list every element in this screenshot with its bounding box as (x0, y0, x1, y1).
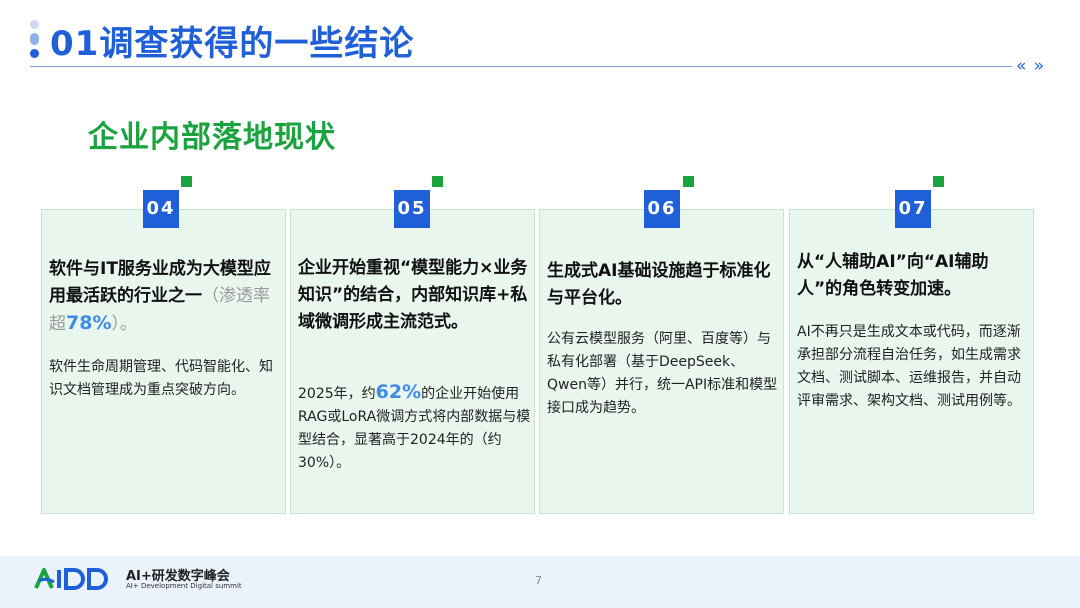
brand-subtitle: AI+ Development Digital summit (126, 582, 242, 590)
card-number-badge: 04 (143, 190, 179, 228)
page-number: 7 (535, 574, 542, 587)
aidd-logo-icon (34, 568, 108, 590)
card-body-text: AI不再只是生成文本或代码，而逐渐承担部分流程自治任务，如生成需求文档、测试脚本… (797, 324, 1021, 409)
page-title: 01调查获得的一些结论 (50, 24, 415, 64)
card-body-text: 软件生命周期管理、代码智能化、知识文档管理成为重点突破方向。 (49, 359, 273, 398)
card-body-text: 公有云模型服务（阿里、百度等）与私有化部署（基于DeepSeek、Qwen等）并… (547, 331, 778, 416)
nav-arrows-icon[interactable]: « » (1016, 56, 1045, 76)
card-headline: 生成式AI基础设施趋于标准化与平台化。 (547, 261, 771, 308)
title-decoration-dots (30, 20, 40, 62)
green-square-marker (181, 176, 192, 187)
green-square-marker (683, 176, 694, 187)
card-headline: 软件与IT服务业成为大模型应用最活跃的行业之一（渗透率超78%）。 (49, 259, 271, 334)
header-divider (30, 66, 1012, 67)
card-number-badge: 05 (394, 190, 430, 228)
card-headline: 从“人辅助AI”向“AI辅助人”的角色转变加速。 (797, 252, 989, 299)
card-number-badge: 07 (895, 190, 931, 228)
section-title: 企业内部落地现状 (88, 120, 336, 155)
highlight-percent: 62% (375, 381, 422, 403)
green-square-marker (432, 176, 443, 187)
card-number-badge: 06 (644, 190, 680, 228)
green-square-marker (933, 176, 944, 187)
footer-bar: AI+研发数字峰会 AI+ Development Digital summit… (0, 556, 1080, 608)
highlight-percent: 78% (66, 312, 112, 334)
card-body-text: 2025年，约62%的企业开始使用RAG或LoRA微调方式将内部数据与模型结合，… (298, 381, 531, 471)
card-headline: 企业开始重视“模型能力×业务知识”的结合，内部知识库+私域微调形成主流范式。 (298, 258, 528, 332)
